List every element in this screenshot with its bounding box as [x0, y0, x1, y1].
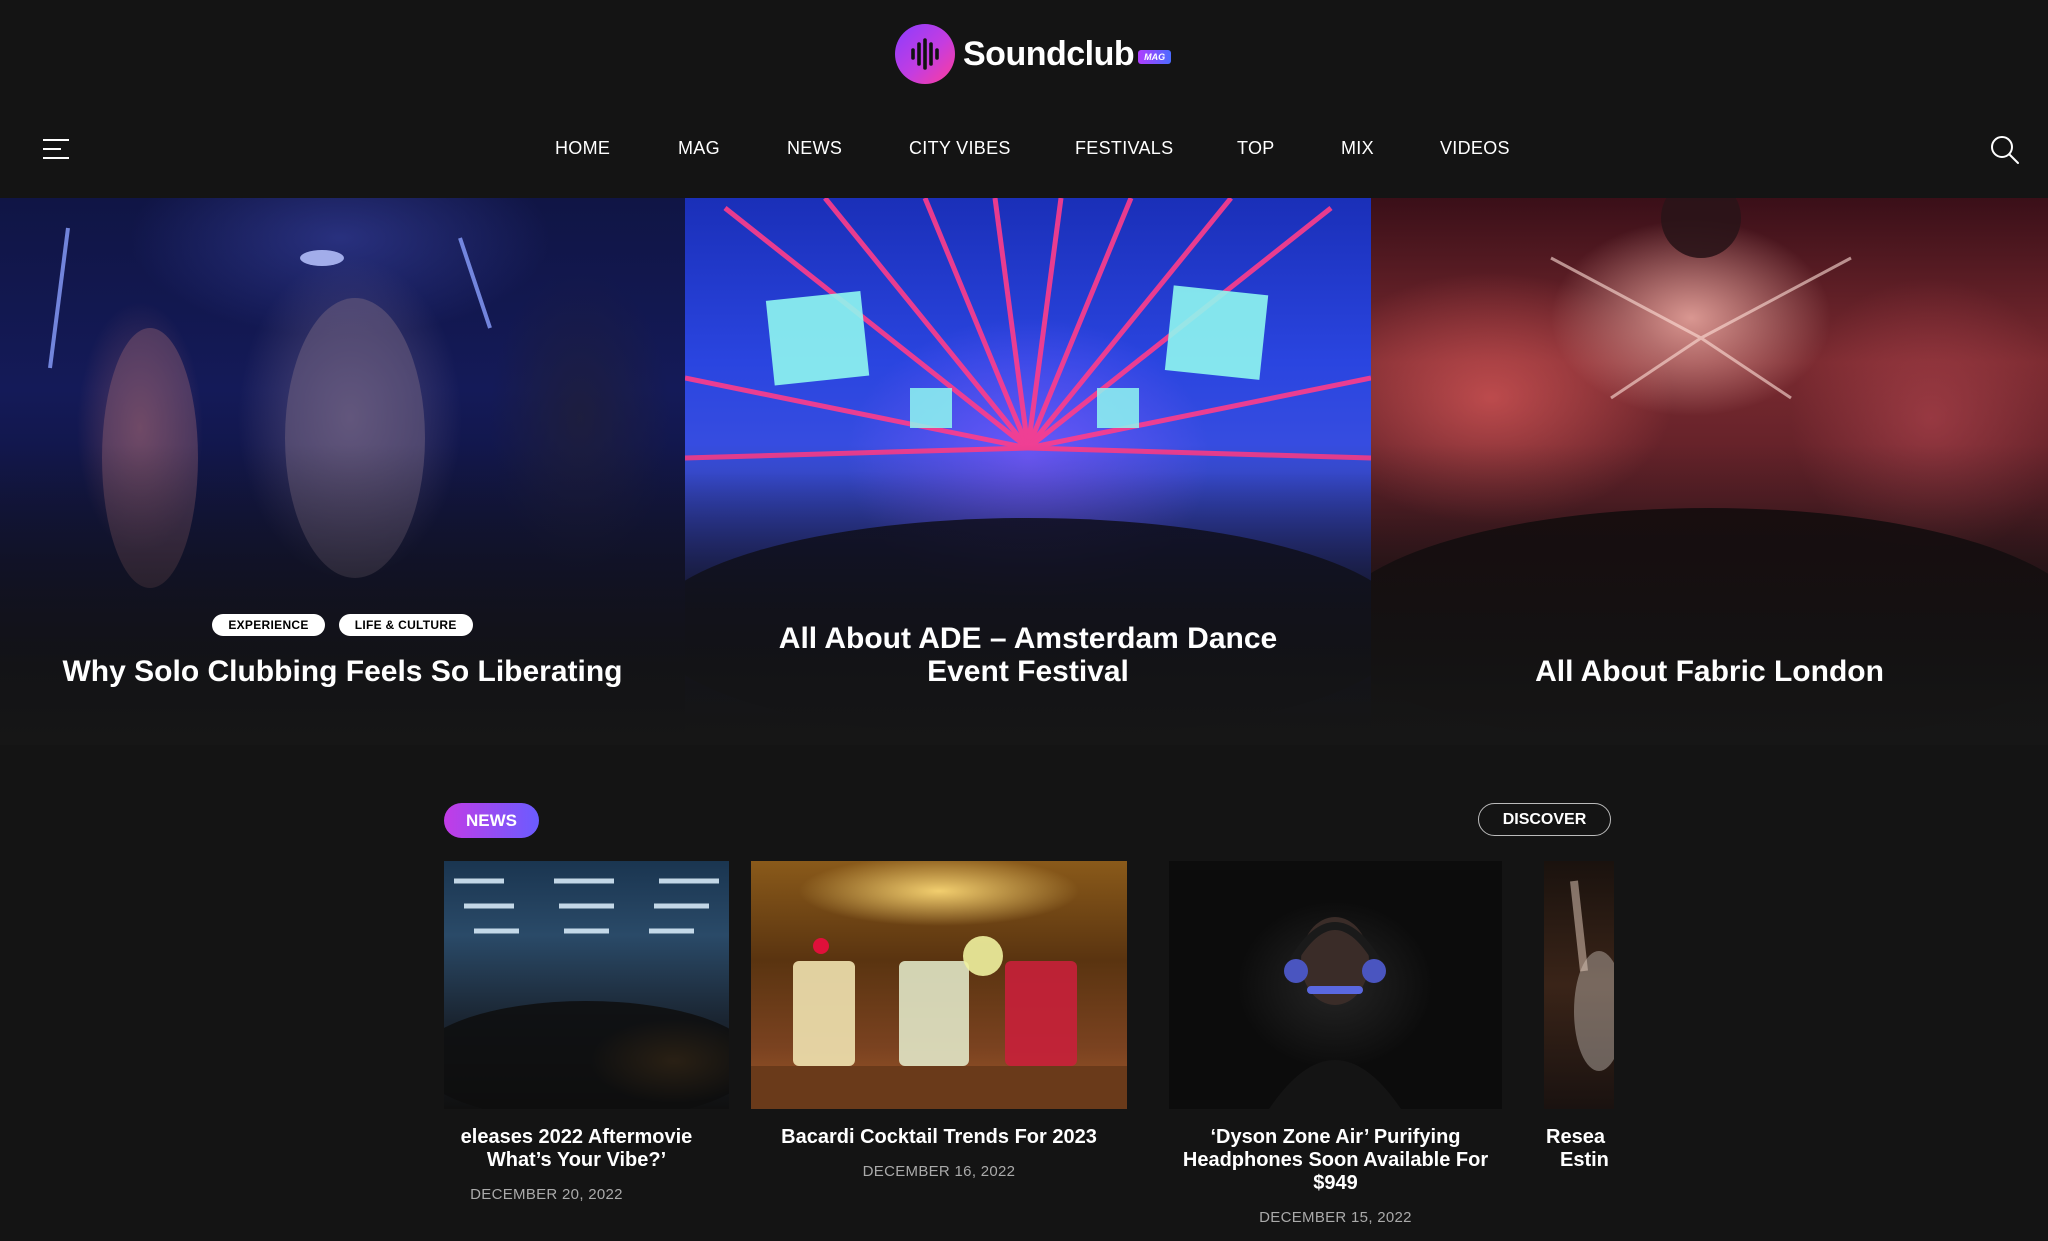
- site-logo[interactable]: Soundclub MAG: [895, 24, 1172, 84]
- search-icon[interactable]: [1989, 134, 2021, 166]
- brand-name: Soundclub: [963, 34, 1135, 73]
- nav-item-mix[interactable]: MIX: [1341, 138, 1374, 159]
- card-date: DECEMBER 16, 2022: [862, 1163, 1016, 1180]
- card-title-line3[interactable]: $949: [1169, 1172, 1502, 1195]
- news-image-aftermovie: [444, 861, 729, 1109]
- card-title-line1[interactable]: eleases 2022 Aftermovie: [444, 1126, 729, 1149]
- hero-card-fabric-london[interactable]: All About Fabric London: [1371, 198, 2048, 745]
- hero-title-line1[interactable]: All About ADE – Amsterdam Dance: [685, 622, 1371, 656]
- tag-experience[interactable]: EXPERIENCE: [212, 614, 325, 636]
- hero-title[interactable]: Why Solo Clubbing Feels So Liberating: [0, 655, 685, 689]
- nav-item-city-vibes[interactable]: CITY VIBES: [909, 138, 1011, 159]
- nav-item-top[interactable]: TOP: [1237, 138, 1275, 159]
- card-title[interactable]: Bacardi Cocktail Trends For 2023: [751, 1126, 1127, 1149]
- card-title-line1[interactable]: ‘Dyson Zone Air’ Purifying: [1169, 1126, 1502, 1149]
- news-image-cocktails: [751, 861, 1127, 1109]
- nav-item-news[interactable]: NEWS: [787, 138, 842, 159]
- card-title-line2[interactable]: Estin: [1560, 1149, 1614, 1172]
- main-nav: HOME MAG NEWS CITY VIBES FESTIVALS TOP M…: [0, 138, 2048, 164]
- card-date: DECEMBER 20, 2022: [470, 1186, 623, 1203]
- hero-tags: EXPERIENCE LIFE & CULTURE: [0, 614, 685, 636]
- hero-card-solo-clubbing[interactable]: EXPERIENCE LIFE & CULTURE Why Solo Clubb…: [0, 198, 685, 745]
- nav-item-festivals[interactable]: FESTIVALS: [1075, 138, 1173, 159]
- news-carousel: eleases 2022 Aftermovie What’s Your Vibe…: [444, 861, 1614, 1241]
- hero-carousel: EXPERIENCE LIFE & CULTURE Why Solo Clubb…: [0, 198, 2048, 745]
- tag-life-culture[interactable]: LIFE & CULTURE: [338, 614, 473, 636]
- hero-card-ade[interactable]: All About ADE – Amsterdam Dance Event Fe…: [685, 198, 1371, 745]
- card-title-line1[interactable]: Resea: [1546, 1126, 1614, 1149]
- nav-item-videos[interactable]: VIDEOS: [1440, 138, 1510, 159]
- news-section-label: NEWS: [444, 803, 539, 838]
- news-image-dyson-zone: [1169, 861, 1502, 1109]
- hero-title[interactable]: All About Fabric London: [1371, 655, 2048, 689]
- nav-item-mag[interactable]: MAG: [678, 138, 720, 159]
- nav-item-home[interactable]: HOME: [555, 138, 610, 159]
- card-title-line2[interactable]: Headphones Soon Available For: [1169, 1149, 1502, 1172]
- news-image-crowd: [1544, 861, 1614, 1109]
- soundwave-logo-icon: [895, 24, 955, 84]
- card-title-line2[interactable]: What’s Your Vibe?’: [444, 1149, 729, 1172]
- card-date: DECEMBER 15, 2022: [1259, 1209, 1412, 1226]
- brand-badge: MAG: [1138, 50, 1172, 64]
- discover-button[interactable]: DISCOVER: [1478, 803, 1611, 836]
- hero-title-line2[interactable]: Event Festival: [685, 655, 1371, 689]
